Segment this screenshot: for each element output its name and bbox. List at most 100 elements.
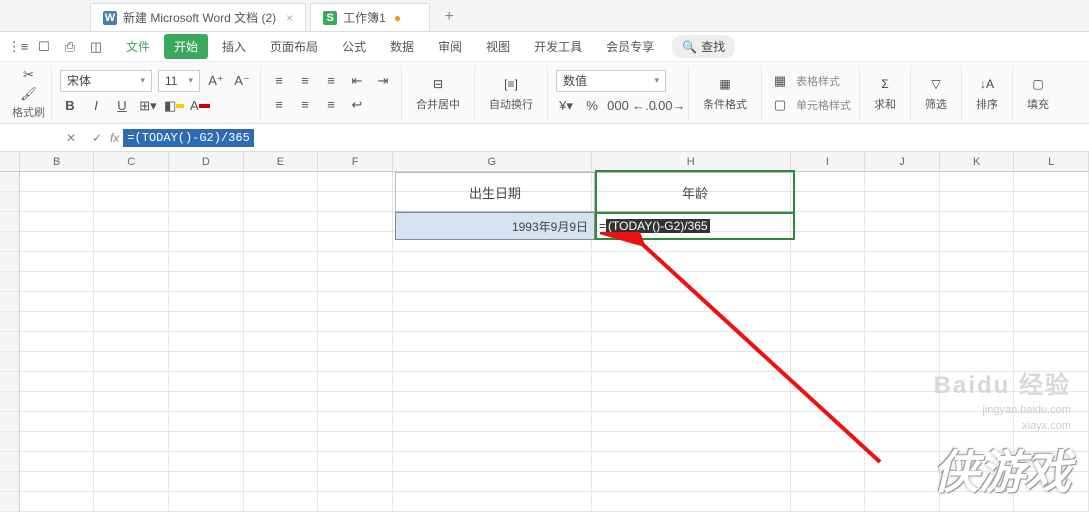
cell[interactable] <box>318 212 393 232</box>
cell[interactable] <box>318 272 393 292</box>
cell-style-icon[interactable]: ▢ <box>770 95 790 115</box>
cell[interactable] <box>865 292 940 312</box>
accept-formula-icon[interactable]: ✓ <box>86 127 108 149</box>
cell[interactable] <box>592 392 791 412</box>
cell[interactable] <box>169 432 244 452</box>
align-center-icon[interactable]: ≡ <box>295 95 315 115</box>
cut-icon[interactable]: ✂ <box>19 66 39 85</box>
tab-word-doc[interactable]: W 新建 Microsoft Word 文档 (2) × <box>90 3 306 31</box>
cell[interactable] <box>169 452 244 472</box>
cell[interactable] <box>318 232 393 252</box>
cell[interactable] <box>592 452 791 472</box>
cell[interactable] <box>393 332 592 352</box>
col-header-D[interactable]: D <box>169 152 244 171</box>
menu-member[interactable]: 会员专享 <box>596 34 664 59</box>
cell[interactable] <box>94 272 169 292</box>
cell[interactable] <box>244 412 319 432</box>
currency-icon[interactable]: ¥▾ <box>556 96 576 116</box>
cell[interactable] <box>20 172 95 192</box>
menu-devtools[interactable]: 开发工具 <box>524 34 592 59</box>
cell[interactable] <box>244 292 319 312</box>
print-icon[interactable]: ⎙ <box>60 37 80 57</box>
col-header-E[interactable]: E <box>244 152 319 171</box>
cell[interactable] <box>1014 272 1089 292</box>
cell[interactable] <box>1014 292 1089 312</box>
col-header-L[interactable]: L <box>1014 152 1089 171</box>
cell[interactable] <box>169 212 244 232</box>
cell[interactable] <box>169 412 244 432</box>
underline-icon[interactable]: U <box>112 96 132 116</box>
cell[interactable] <box>791 472 866 492</box>
cell[interactable] <box>20 492 95 512</box>
cell[interactable] <box>169 312 244 332</box>
cell[interactable] <box>244 392 319 412</box>
cell[interactable] <box>169 292 244 312</box>
cell[interactable] <box>865 212 940 232</box>
cell[interactable] <box>940 312 1015 332</box>
wrap-icon[interactable]: ↩ <box>347 95 367 115</box>
cell[interactable] <box>393 172 592 192</box>
cell[interactable] <box>318 172 393 192</box>
cell[interactable] <box>169 232 244 252</box>
cell[interactable] <box>169 392 244 412</box>
cell[interactable] <box>318 252 393 272</box>
cell[interactable] <box>169 272 244 292</box>
col-header-B[interactable]: B <box>20 152 95 171</box>
cell[interactable] <box>592 412 791 432</box>
cell[interactable] <box>940 472 1015 492</box>
cell[interactable] <box>865 372 940 392</box>
cell[interactable] <box>1014 312 1089 332</box>
cell[interactable] <box>940 432 1015 452</box>
cell[interactable] <box>94 252 169 272</box>
cell[interactable] <box>318 332 393 352</box>
menu-data[interactable]: 数据 <box>380 34 424 59</box>
cell[interactable] <box>865 332 940 352</box>
cell[interactable] <box>20 392 95 412</box>
cond-format-button[interactable]: ▦ 条件格式 <box>697 74 753 112</box>
cell[interactable] <box>244 272 319 292</box>
cell[interactable] <box>592 272 791 292</box>
cell[interactable] <box>318 452 393 472</box>
cell[interactable] <box>940 332 1015 352</box>
cell[interactable] <box>791 372 866 392</box>
cell[interactable] <box>940 412 1015 432</box>
col-header-G[interactable]: G <box>393 152 592 171</box>
cell[interactable] <box>393 252 592 272</box>
align-bottom-icon[interactable]: ≡ <box>321 71 341 91</box>
cell[interactable] <box>318 472 393 492</box>
cell[interactable] <box>20 192 95 212</box>
cell[interactable] <box>169 192 244 212</box>
dec-decimal-icon[interactable]: .00→ <box>660 96 680 116</box>
cell[interactable] <box>865 272 940 292</box>
cell[interactable] <box>169 372 244 392</box>
cell[interactable] <box>592 432 791 452</box>
cell[interactable] <box>940 392 1015 412</box>
cell[interactable] <box>940 372 1015 392</box>
align-left-icon[interactable]: ≡ <box>269 95 289 115</box>
font-color-icon[interactable]: A <box>190 96 210 116</box>
tab-close-icon[interactable]: × <box>276 11 293 25</box>
indent-right-icon[interactable]: ⇥ <box>373 71 393 91</box>
align-top-icon[interactable]: ≡ <box>269 71 289 91</box>
cell[interactable] <box>865 492 940 512</box>
cell[interactable] <box>592 312 791 332</box>
menu-review[interactable]: 审阅 <box>428 34 472 59</box>
cell[interactable] <box>244 192 319 212</box>
cell[interactable] <box>318 372 393 392</box>
cell[interactable] <box>94 172 169 192</box>
cell[interactable] <box>592 352 791 372</box>
cell[interactable] <box>1014 452 1089 472</box>
cell[interactable] <box>940 492 1015 512</box>
col-header-H[interactable]: H <box>592 152 791 171</box>
cell[interactable] <box>244 492 319 512</box>
cell[interactable] <box>865 412 940 432</box>
cell[interactable] <box>244 212 319 232</box>
menu-insert[interactable]: 插入 <box>212 34 256 59</box>
font-size-combo[interactable]: 11▾ <box>158 70 200 92</box>
cell[interactable] <box>791 212 866 232</box>
cell[interactable] <box>318 192 393 212</box>
cell-g2[interactable]: 1993年9月9日 <box>395 212 595 240</box>
autowrap-button[interactable]: [≡] 自动换行 <box>483 74 539 112</box>
cell[interactable] <box>20 432 95 452</box>
cell[interactable] <box>393 392 592 412</box>
